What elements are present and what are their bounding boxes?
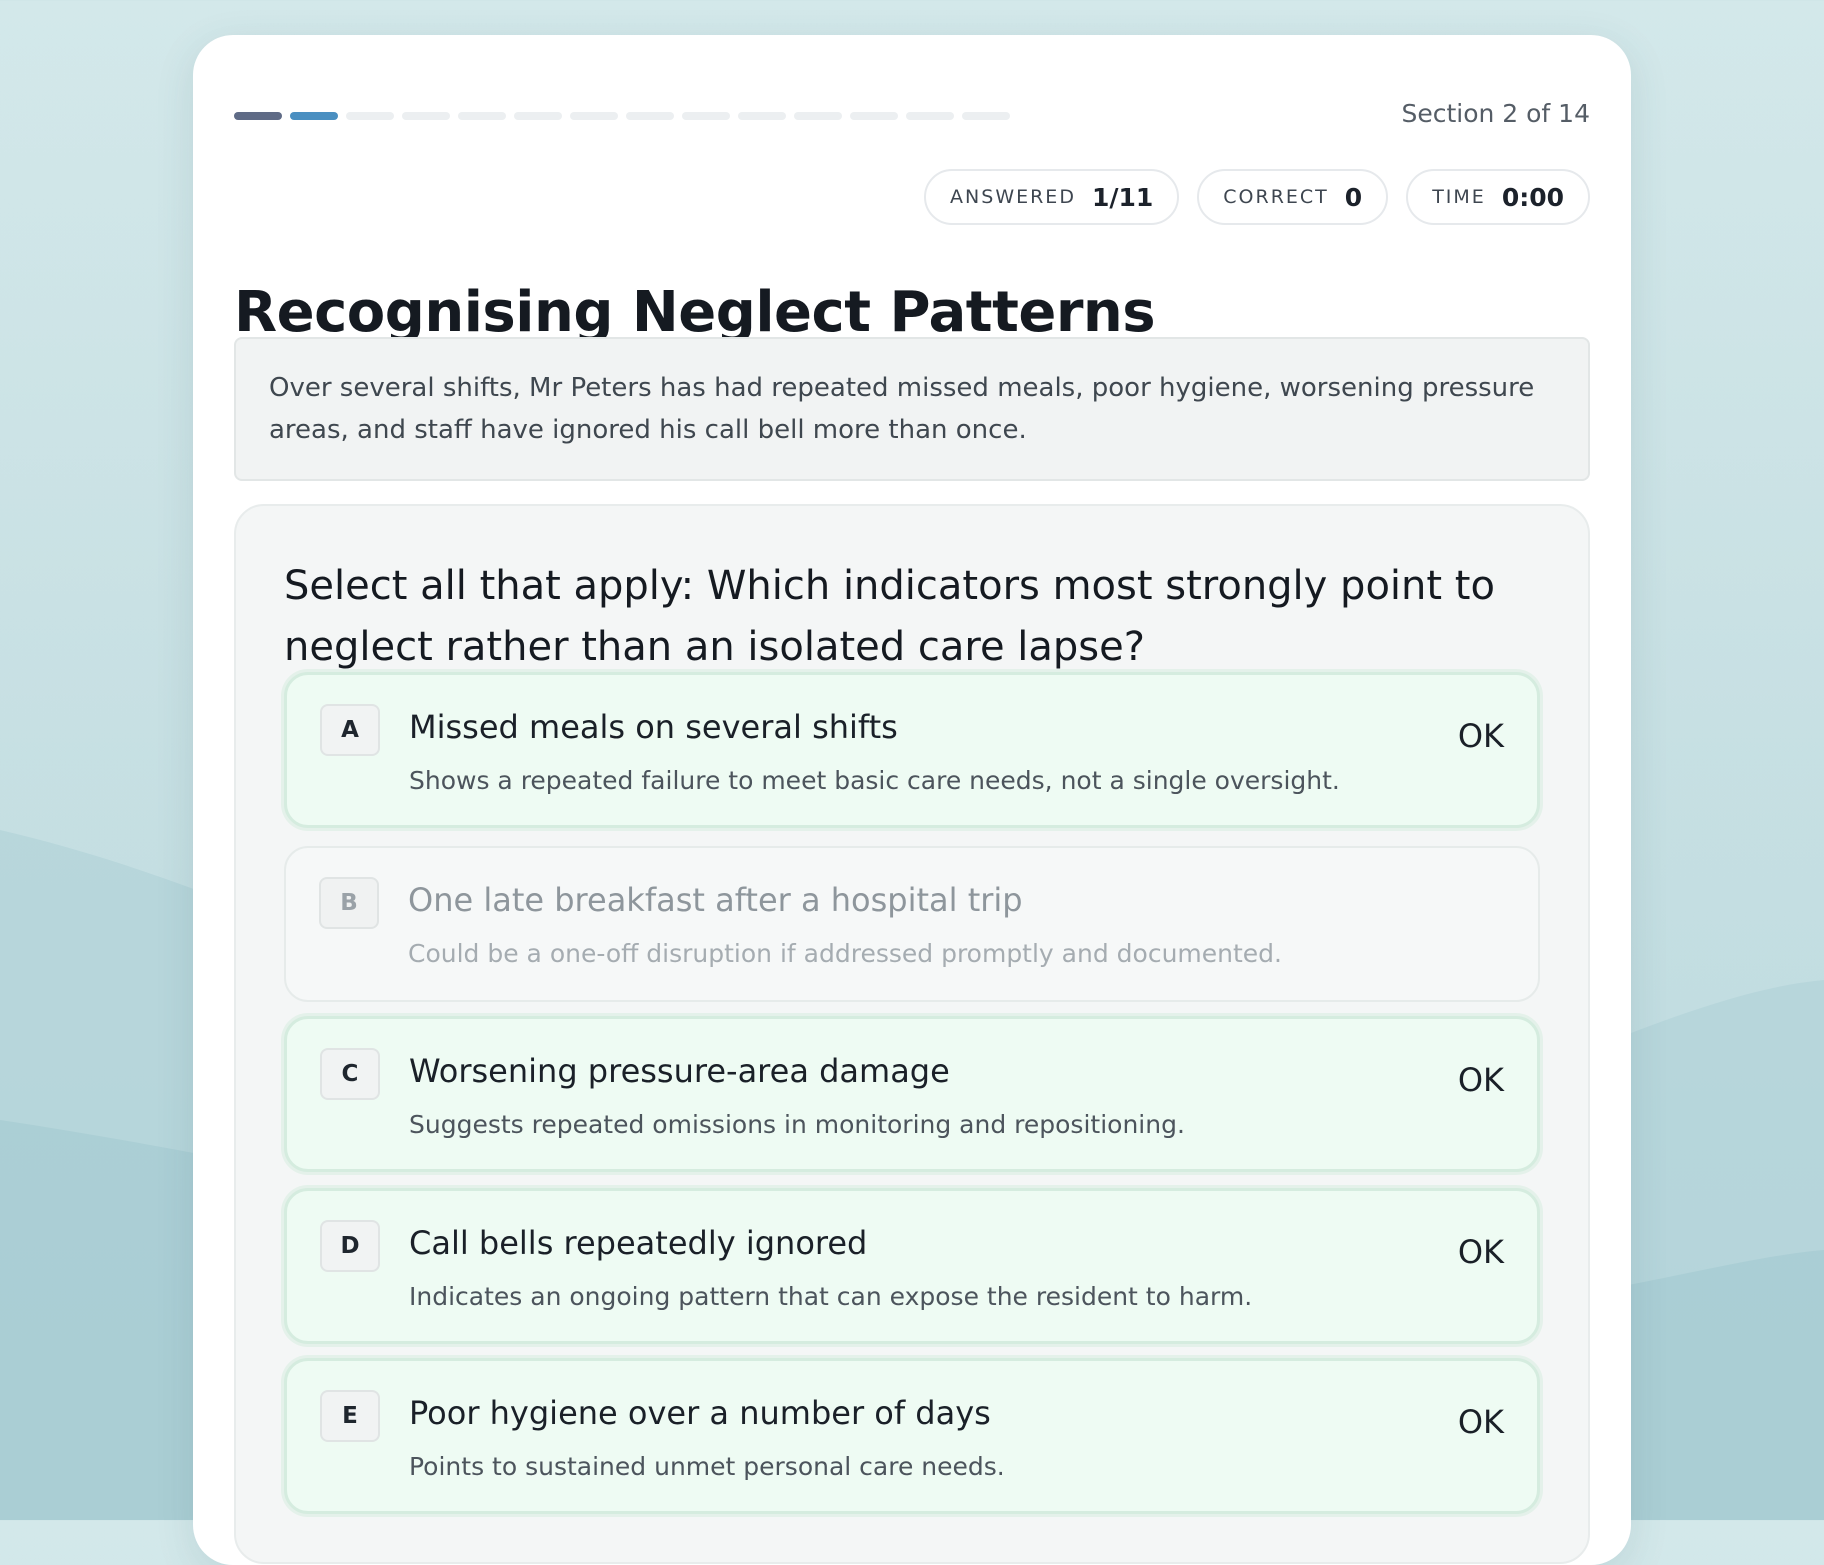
- option-a[interactable]: A Missed meals on several shifts Shows a…: [284, 672, 1540, 828]
- progress-segment-10: [738, 112, 786, 120]
- progress-segment-6: [514, 112, 562, 120]
- option-title: Call bells repeatedly ignored: [409, 1224, 868, 1262]
- answered-stat: ANSWERED 1/11: [924, 169, 1180, 225]
- option-description: Suggests repeated omissions in monitorin…: [409, 1110, 1185, 1139]
- option-title: One late breakfast after a hospital trip: [408, 881, 1023, 919]
- option-status: OK: [1457, 1403, 1504, 1441]
- section-counter: Section 2 of 14: [1401, 99, 1590, 128]
- answered-value: 1/11: [1091, 182, 1154, 212]
- option-title: Missed meals on several shifts: [409, 708, 898, 746]
- correct-stat: CORRECT 0: [1197, 169, 1389, 225]
- question-text: Select all that apply: Which indicators …: [284, 563, 1495, 670]
- correct-label: CORRECT: [1223, 186, 1329, 208]
- option-letter: C: [320, 1048, 380, 1100]
- time-stat: TIME 0:00: [1406, 169, 1590, 225]
- progress-segment-5: [458, 112, 506, 120]
- progress-segment-1: [234, 112, 282, 120]
- progress-segment-4: [402, 112, 450, 120]
- option-status: OK: [1457, 1233, 1504, 1271]
- answered-label: ANSWERED: [950, 186, 1076, 208]
- progress-segment-2: [290, 112, 338, 120]
- progress-segment-12: [850, 112, 898, 120]
- option-description: Shows a repeated failure to meet basic c…: [409, 766, 1340, 795]
- time-value: 0:00: [1501, 182, 1564, 212]
- progress-segment-13: [906, 112, 954, 120]
- progress-segment-14: [962, 112, 1010, 120]
- progress-segment-8: [626, 112, 674, 120]
- option-description: Could be a one-off disruption if address…: [408, 939, 1282, 968]
- progress-segment-3: [346, 112, 394, 120]
- option-description: Indicates an ongoing pattern that can ex…: [409, 1282, 1253, 1311]
- section-progress-bar: [234, 112, 1010, 120]
- correct-value: 0: [1344, 182, 1363, 212]
- stats-bar: ANSWERED 1/11 CORRECT 0 TIME 0:00: [924, 169, 1590, 225]
- option-status: OK: [1457, 717, 1504, 755]
- option-description: Points to sustained unmet personal care …: [409, 1452, 1005, 1481]
- option-d[interactable]: D Call bells repeatedly ignored Indicate…: [284, 1188, 1540, 1344]
- page-title: Recognising Neglect Patterns: [234, 280, 1156, 345]
- option-title: Worsening pressure-area damage: [409, 1052, 950, 1090]
- option-letter: A: [320, 704, 380, 756]
- scenario-box: Over several shifts, Mr Peters has had r…: [234, 337, 1590, 481]
- option-b[interactable]: B One late breakfast after a hospital tr…: [284, 846, 1540, 1002]
- quiz-card: Section 2 of 14 ANSWERED 1/11 CORRECT 0 …: [193, 35, 1631, 1565]
- option-c[interactable]: C Worsening pressure-area damage Suggest…: [284, 1016, 1540, 1172]
- question-panel: Select all that apply: Which indicators …: [234, 504, 1590, 1564]
- progress-segment-11: [794, 112, 842, 120]
- option-status: OK: [1457, 1061, 1504, 1099]
- option-e[interactable]: E Poor hygiene over a number of days Poi…: [284, 1358, 1540, 1514]
- option-letter: E: [320, 1390, 380, 1442]
- progress-segment-9: [682, 112, 730, 120]
- option-letter: B: [319, 877, 379, 929]
- option-letter: D: [320, 1220, 380, 1272]
- progress-segment-7: [570, 112, 618, 120]
- option-title: Poor hygiene over a number of days: [409, 1394, 991, 1432]
- time-label: TIME: [1432, 186, 1486, 208]
